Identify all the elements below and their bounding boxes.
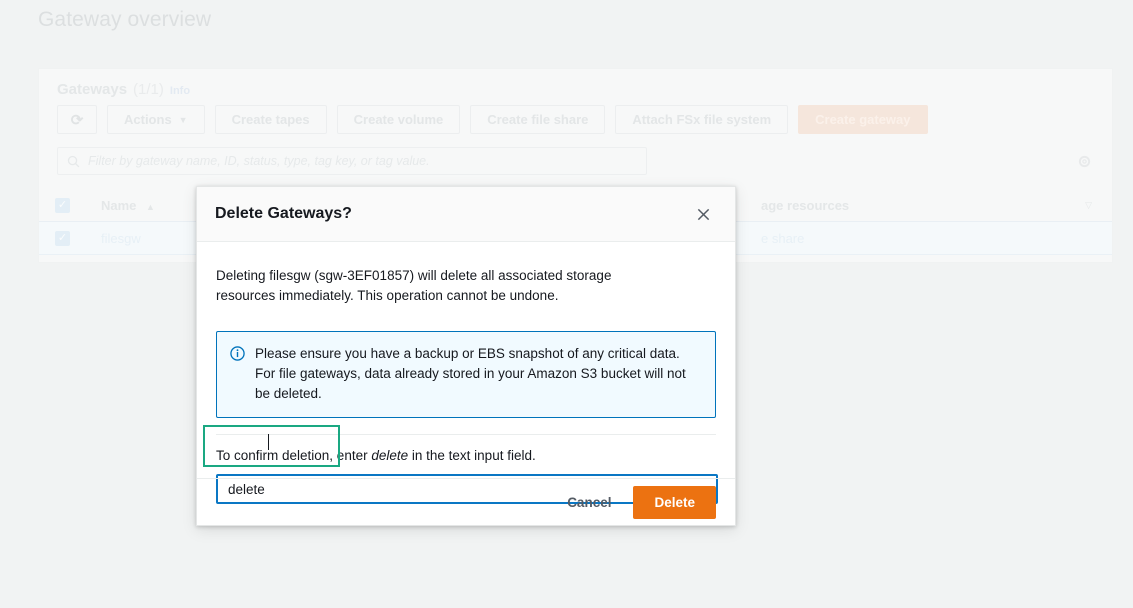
dialog-body: Deleting filesgw (sgw-3EF01857) will del… [197,242,735,504]
panel-toolbar: ⟳ Actions ▼ Create tapes Create volume C… [57,105,928,134]
actions-label: Actions [124,112,172,127]
confirm-keyword: delete [371,448,409,463]
actions-button[interactable]: Actions ▼ [107,105,205,134]
cell-gateway-name[interactable]: filesgw [101,231,211,246]
create-tapes-button[interactable]: Create tapes [214,105,327,134]
create-file-share-button[interactable]: Create file share [470,105,606,134]
gear-icon [1078,155,1090,167]
row-checkbox[interactable]: ✓ [55,230,70,246]
panel-count: (1/1) [133,81,164,98]
column-header-name[interactable]: Name ▲ [101,198,211,213]
refresh-icon: ⟳ [70,111,84,129]
section-divider [216,434,716,435]
create-volume-button[interactable]: Create volume [336,105,461,134]
select-all-checkbox[interactable]: ✓ [55,197,70,213]
info-alert-text: Please ensure you have a backup or EBS s… [255,346,686,401]
table-settings-button[interactable] [1072,147,1096,175]
chevron-down-icon: ▼ [178,114,188,125]
filter-placeholder: Filter by gateway name, ID, status, type… [88,154,430,168]
cell-storage-resources[interactable]: e share [761,231,804,246]
info-alert: Please ensure you have a backup or EBS s… [216,331,716,418]
attach-fsx-button[interactable]: Attach FSx file system [615,105,789,134]
refresh-button[interactable]: ⟳ [57,105,97,134]
sort-ascending-icon: ▲ [146,201,155,212]
column-filter-icon[interactable]: ▽ [1085,200,1092,211]
close-icon [697,208,709,220]
info-icon [230,346,245,361]
info-link[interactable]: Info [170,85,190,97]
create-gateway-button[interactable]: Create gateway [798,105,928,134]
confirm-instruction-before: To confirm deletion, enter [216,448,372,463]
page-title: Gateway overview [38,8,212,31]
panel-title: Gateways [57,81,128,98]
cancel-button[interactable]: Cancel [559,489,619,516]
search-icon [67,155,80,167]
dialog-header: Delete Gateways? [197,187,735,242]
text-cursor [268,434,269,450]
dialog-title: Delete Gateways? [215,205,352,222]
panel-header: Gateways (1/1) Info [57,81,190,98]
confirm-instruction-after: in the text input field. [408,448,536,463]
confirm-instruction: To confirm deletion, enter delete in the… [216,448,716,463]
column-header-name-label: Name [101,197,137,213]
delete-button[interactable]: Delete [633,485,716,519]
delete-gateways-dialog: Delete Gateways? Deleting filesgw (sgw-3… [196,186,736,526]
filter-input[interactable]: Filter by gateway name, ID, status, type… [57,147,647,175]
dialog-footer: Cancel Delete [197,478,735,525]
close-button[interactable] [689,200,717,228]
dialog-description: Deleting filesgw (sgw-3EF01857) will del… [216,268,612,303]
column-header-storage-resources[interactable]: age resources [761,198,849,213]
